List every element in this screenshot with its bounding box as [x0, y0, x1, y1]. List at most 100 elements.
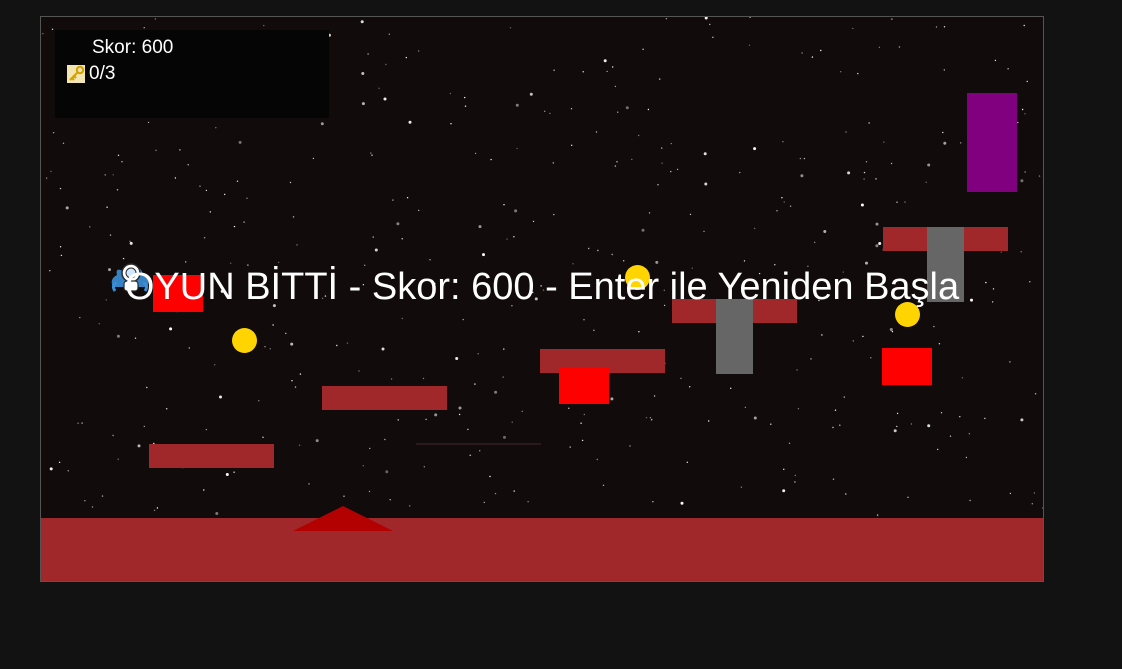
star	[62, 142, 65, 144]
star	[588, 247, 590, 250]
spike-hazard	[293, 506, 393, 531]
star	[45, 177, 48, 179]
star	[878, 46, 881, 48]
star	[653, 395, 656, 397]
star	[703, 152, 707, 156]
star	[552, 162, 554, 164]
star	[801, 52, 803, 54]
star	[109, 234, 112, 236]
star	[891, 330, 894, 333]
star	[51, 28, 54, 30]
star	[79, 316, 81, 319]
star	[925, 181, 927, 183]
star	[770, 423, 772, 425]
star	[712, 36, 714, 38]
star	[60, 254, 63, 257]
star	[875, 178, 877, 180]
star	[984, 417, 986, 420]
star	[583, 413, 585, 416]
star	[408, 120, 412, 124]
star	[612, 66, 614, 68]
star	[789, 205, 792, 207]
star	[994, 59, 997, 62]
star	[236, 180, 239, 182]
star	[166, 408, 168, 410]
star	[847, 171, 851, 175]
star	[490, 158, 492, 161]
star	[116, 189, 119, 191]
star	[1038, 175, 1041, 177]
star	[42, 33, 44, 35]
star	[648, 212, 651, 214]
star	[629, 445, 631, 447]
star	[689, 213, 692, 216]
key-icon	[67, 65, 85, 83]
star	[134, 337, 137, 339]
star	[516, 147, 518, 150]
platform	[149, 444, 274, 468]
star	[401, 317, 403, 320]
star	[553, 213, 555, 216]
star	[467, 428, 469, 431]
star	[749, 17, 751, 18]
star	[652, 501, 654, 503]
platform-edge	[416, 443, 541, 445]
star	[596, 458, 598, 461]
star	[434, 413, 438, 417]
star	[503, 348, 505, 350]
star	[143, 27, 145, 29]
star	[680, 377, 682, 380]
star	[1020, 179, 1024, 183]
star	[154, 18, 157, 20]
star	[396, 222, 400, 226]
star	[405, 56, 407, 59]
star	[616, 161, 618, 163]
star	[458, 406, 462, 410]
star	[896, 201, 898, 203]
star	[101, 495, 104, 497]
star	[362, 465, 364, 467]
star	[611, 253, 613, 256]
star	[840, 71, 842, 73]
star	[514, 209, 518, 213]
star	[156, 507, 159, 509]
star	[1017, 121, 1019, 124]
star	[1026, 80, 1028, 83]
star	[960, 142, 962, 144]
star	[709, 23, 711, 26]
star	[893, 429, 897, 433]
star	[185, 261, 187, 263]
star	[529, 92, 533, 96]
star	[450, 123, 452, 125]
star	[943, 69, 945, 71]
star	[876, 514, 879, 516]
star	[860, 203, 864, 207]
star	[796, 369, 798, 371]
star	[203, 489, 205, 491]
star	[462, 318, 464, 321]
star	[503, 204, 505, 206]
star	[581, 439, 584, 442]
star	[580, 422, 582, 424]
star	[883, 141, 885, 143]
star	[112, 434, 114, 437]
star	[401, 238, 403, 240]
star	[821, 334, 823, 336]
star	[868, 122, 870, 124]
star	[631, 158, 633, 161]
game-canvas[interactable]: Skor: 600 0/3 OYUN BİTTİ - Skor: 600 - E…	[40, 16, 1044, 582]
star	[799, 157, 802, 160]
star	[388, 33, 390, 35]
star	[77, 422, 79, 424]
star	[474, 383, 476, 385]
star	[406, 197, 409, 199]
star	[670, 142, 672, 145]
star	[832, 426, 834, 429]
star	[277, 261, 280, 264]
star	[794, 474, 796, 477]
star	[503, 435, 506, 439]
star	[296, 244, 298, 246]
star	[285, 332, 287, 335]
star	[294, 386, 297, 388]
star	[569, 446, 571, 448]
